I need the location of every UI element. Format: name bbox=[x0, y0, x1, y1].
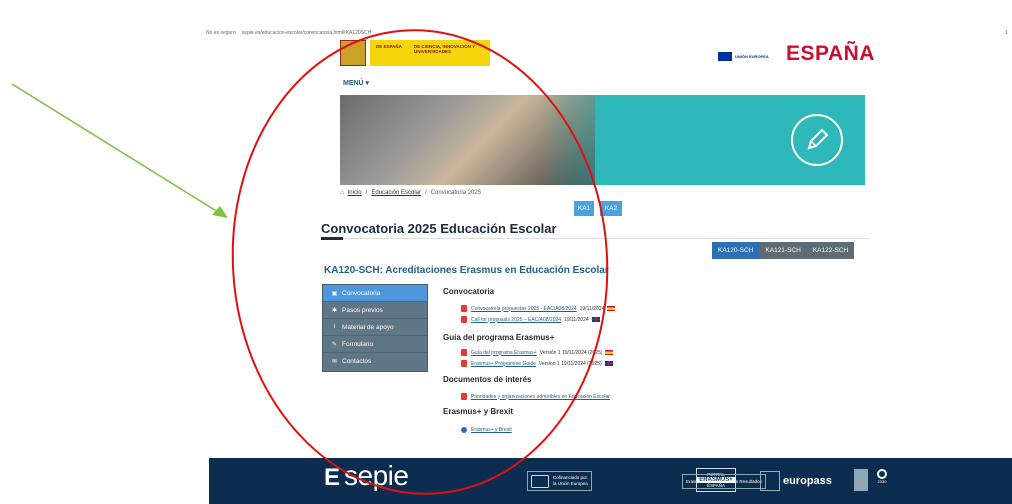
annotation-arrowhead bbox=[212, 206, 228, 218]
sepie-logo[interactable]: E sepie bbox=[324, 462, 409, 491]
pdf-icon bbox=[461, 316, 467, 323]
plataforma-resultados-logo[interactable]: Erasmus+ | Plataforma de Resultados bbox=[682, 474, 766, 489]
uk-flag-icon bbox=[604, 361, 613, 366]
annotation-ellipse bbox=[231, 29, 609, 495]
doc-link[interactable]: Call for proposals 2025 – EAC/A08/2024 bbox=[471, 317, 561, 323]
ka1-button[interactable]: KA1 bbox=[574, 201, 594, 216]
footer: E sepie Cofinanciado por la Unión Europe… bbox=[209, 458, 1012, 504]
doc-row: Prioridades y organizaciones admisibles … bbox=[461, 393, 610, 400]
breadcrumb-home[interactable]: Inicio bbox=[348, 190, 362, 196]
title-divider bbox=[321, 238, 869, 239]
gear-icon: ✱ bbox=[331, 307, 338, 314]
home-icon[interactable]: ⌂ bbox=[340, 190, 344, 196]
annotation-arrow bbox=[11, 83, 227, 218]
doc-link[interactable]: Convocatoria propuestas 2025 - EAC/A08/2… bbox=[471, 306, 577, 312]
globe-icon bbox=[461, 427, 467, 433]
side-menu-formulario[interactable]: ✎ Formulario bbox=[323, 336, 427, 353]
doc-link[interactable]: Erasmus+ y Brexit bbox=[471, 427, 512, 433]
side-menu-convocatoria[interactable]: ▣ Convocatoria bbox=[323, 285, 427, 302]
pencil-icon: ✎ bbox=[331, 341, 338, 348]
pdf-icon bbox=[461, 393, 467, 400]
pdf-icon bbox=[461, 360, 467, 367]
agenda-2030-logo[interactable]: 2030 bbox=[876, 469, 888, 491]
breadcrumb-current: Convocatoria 2025 bbox=[430, 190, 482, 196]
doc-row: Erasmus+ Programme Guide Version 1 19/11… bbox=[461, 360, 613, 367]
pencil-icon bbox=[791, 114, 843, 166]
spain-flag-icon bbox=[605, 350, 614, 355]
side-menu-pasos-previos[interactable]: ✱ Pasos previos bbox=[323, 302, 427, 319]
gov-label-1: DE ESPAÑA bbox=[376, 44, 402, 49]
tab-ka120-sch[interactable]: KA120-SCH bbox=[712, 242, 760, 259]
ministry-logo[interactable] bbox=[854, 469, 868, 491]
heading-convocatoria: Convocatoria bbox=[443, 287, 495, 296]
section-subtitle: KA120-SCH: Acreditaciones Erasmus en Edu… bbox=[324, 265, 609, 276]
side-menu: ▣ Convocatoria ✱ Pasos previos i Materia… bbox=[322, 284, 428, 372]
screenshot: No es seguro sepie.es/educacion-escolar/… bbox=[0, 0, 1012, 504]
side-menu-material[interactable]: i Material de apoyo bbox=[323, 319, 427, 336]
breadcrumb: ⌂ Inicio / Educación Escolar / Convocato… bbox=[340, 190, 482, 196]
eu-flag-icon bbox=[718, 52, 732, 61]
eu-stars-icon bbox=[531, 474, 549, 488]
browser-edge-glyph: 1 bbox=[1005, 30, 1008, 36]
hero-banner bbox=[340, 95, 865, 185]
page-title: Convocatoria 2025 Educación Escolar bbox=[321, 221, 557, 236]
browser-url-bar[interactable]: No es seguro sepie.es/educacion-escolar/… bbox=[206, 30, 371, 36]
security-label: No es seguro bbox=[206, 30, 236, 36]
action-tabs: KA120-SCH KA121-SCH KA122-SCH bbox=[712, 242, 855, 259]
eu-cofinanced-logo[interactable]: Cofinanciado por la Unión Europea bbox=[527, 471, 592, 491]
coat-of-arms-icon bbox=[340, 40, 366, 66]
sepie-e-icon: E bbox=[324, 464, 341, 491]
gov-label-2: DE CIENCIA, INNOVACIÓN Y UNIVERSIDADES bbox=[414, 44, 476, 54]
info-icon: i bbox=[333, 324, 336, 330]
government-logo: DE ESPAÑA DE CIENCIA, INNOVACIÓN Y UNIVE… bbox=[340, 40, 490, 66]
header-logos: DE ESPAÑA DE CIENCIA, INNOVACIÓN Y UNIVE… bbox=[340, 38, 874, 71]
heading-guia: Guía del programa Erasmus+ bbox=[443, 333, 555, 342]
eu-label: UNIÓN EUROPEA bbox=[735, 54, 769, 59]
europass-stars-icon bbox=[760, 471, 780, 491]
doc-row: Call for proposals 2025 – EAC/A08/2024 1… bbox=[461, 316, 600, 323]
doc-link[interactable]: Erasmus+ Programme Guide bbox=[471, 361, 536, 367]
ka2-button[interactable]: KA2 bbox=[600, 201, 622, 216]
pdf-icon bbox=[461, 305, 467, 312]
doc-link[interactable]: Guía del programa Erasmus+ bbox=[471, 350, 537, 356]
doc-row: Convocatoria propuestas 2025 - EAC/A08/2… bbox=[461, 305, 616, 312]
envelope-icon: ✉ bbox=[331, 359, 338, 365]
pdf-icon bbox=[461, 349, 467, 356]
espana-logo: ESPAÑA bbox=[786, 42, 875, 65]
spain-flag-icon bbox=[607, 306, 616, 311]
eu-espana-block: UNIÓN EUROPEA ESPAÑA bbox=[718, 42, 874, 68]
heading-brexit: Erasmus+ y Brexit bbox=[443, 407, 514, 416]
europass-logo[interactable]: europass bbox=[760, 470, 832, 492]
doc-row: Erasmus+ y Brexit bbox=[461, 427, 512, 433]
location-pin-icon bbox=[877, 469, 887, 479]
breadcrumb-section[interactable]: Educación Escolar bbox=[371, 190, 421, 196]
doc-link[interactable]: Prioridades y organizaciones admisibles … bbox=[471, 394, 610, 400]
book-icon: ▣ bbox=[331, 290, 338, 297]
heading-documentos: Documentos de interés bbox=[443, 375, 532, 384]
url-text[interactable]: sepie.es/educacion-escolar/convocatoria.… bbox=[242, 30, 372, 36]
menu-button[interactable]: MENÚ ▾ bbox=[343, 79, 369, 87]
uk-flag-icon bbox=[591, 317, 600, 322]
tab-ka121-sch[interactable]: KA121-SCH bbox=[759, 242, 807, 259]
side-menu-contactos[interactable]: ✉ Contactos bbox=[323, 353, 427, 370]
tab-ka122-sch[interactable]: KA122-SCH bbox=[806, 242, 855, 259]
doc-row: Guía del programa Erasmus+ Versión 1 19/… bbox=[461, 349, 614, 356]
